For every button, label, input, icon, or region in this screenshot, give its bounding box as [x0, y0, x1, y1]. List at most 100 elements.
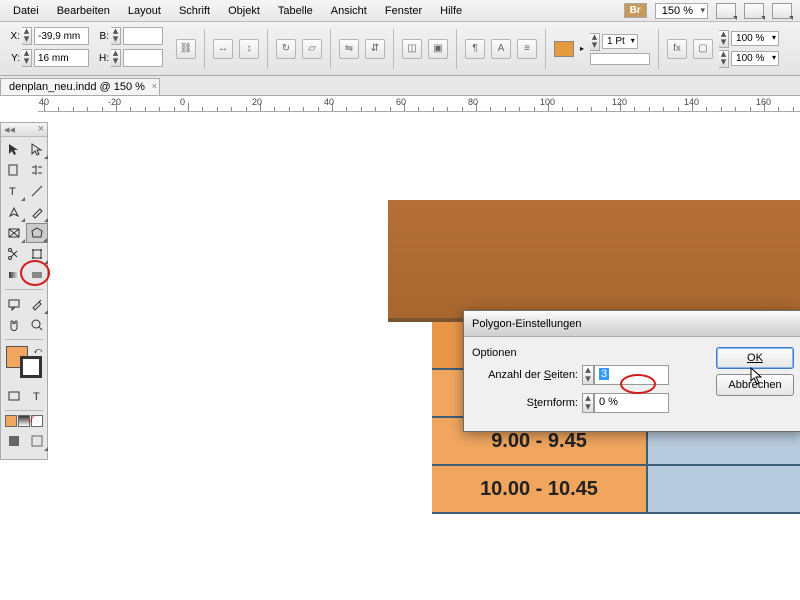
h-label: H: — [91, 53, 109, 64]
y-spinner[interactable]: ▴▾ — [22, 49, 32, 67]
flip-h-icon[interactable]: ⇋ — [339, 39, 359, 59]
direct-selection-tool-icon[interactable] — [26, 139, 48, 159]
page-tool-icon[interactable] — [3, 160, 25, 180]
fill-stroke-control[interactable]: ⤺ — [4, 344, 44, 380]
menu-right-controls: Br 150 % — [624, 3, 796, 19]
opacity2-spinner[interactable]: ▴▾ — [719, 50, 729, 68]
formatting-container-icon[interactable] — [3, 386, 25, 406]
effects-icon[interactable]: fx — [667, 39, 687, 59]
pen-tool-icon[interactable] — [3, 202, 25, 222]
zoom-level-combo[interactable]: 150 % — [655, 3, 708, 19]
scale-y-icon[interactable]: ↕ — [239, 39, 259, 59]
text-wrap-icon[interactable]: ≡ — [517, 39, 537, 59]
annotation-circle — [620, 374, 656, 394]
table-cell — [648, 466, 800, 512]
polygon-settings-dialog: Polygon-Einstellungen Optionen Anzahl de… — [463, 310, 800, 432]
select-container-icon[interactable]: ◫ — [402, 39, 422, 59]
rotate-icon[interactable]: ↻ — [276, 39, 296, 59]
opacity1-combo[interactable]: 100 % — [731, 31, 779, 46]
flip-v-icon[interactable]: ⇵ — [365, 39, 385, 59]
x-label: X: — [2, 31, 20, 42]
sides-label: Anzahl der Seiten: — [472, 369, 582, 381]
table-row: 10.00 - 10.45 — [432, 466, 800, 514]
note-tool-icon[interactable] — [3, 294, 25, 314]
scissors-tool-icon[interactable] — [3, 244, 25, 264]
character-icon[interactable]: A — [491, 39, 511, 59]
menu-datei[interactable]: Datei — [4, 2, 48, 20]
options-group-label: Optionen — [472, 347, 708, 359]
table-cell: 10.00 - 10.45 — [432, 466, 648, 512]
control-extras: ⛓ ↔ ↕ ↻ ▱ ⇋ ⇵ ◫ ▣ ¶ A ≡ ▸ ▴▾ 1 Pt fx ▢ — [170, 22, 800, 75]
opacity1-spinner[interactable]: ▴▾ — [719, 30, 729, 48]
b-spinner[interactable]: ▴▾ — [111, 27, 121, 45]
menu-layout[interactable]: Layout — [119, 2, 170, 20]
b-label: B: — [91, 31, 109, 42]
normal-view-icon[interactable] — [3, 431, 25, 451]
h-field[interactable] — [123, 49, 163, 67]
menu-fenster[interactable]: Fenster — [376, 2, 431, 20]
dialog-title-bar[interactable]: Polygon-Einstellungen — [464, 311, 800, 337]
star-field[interactable]: 0 % — [594, 393, 669, 413]
shear-icon[interactable]: ▱ — [302, 39, 322, 59]
x-field[interactable]: -39,9 mm — [34, 27, 89, 45]
menu-ansicht[interactable]: Ansicht — [322, 2, 376, 20]
star-spinner[interactable]: ▴▾ — [582, 393, 594, 413]
formatting-text-icon[interactable]: T — [26, 386, 48, 406]
line-tool-icon[interactable] — [26, 181, 48, 201]
doc-tab[interactable]: denplan_neu.indd @ 150 % × — [0, 78, 160, 95]
tool-panel-header[interactable]: ◂◂ × — [1, 123, 47, 137]
gap-tool-icon[interactable] — [26, 160, 48, 180]
menu-hilfe[interactable]: Hilfe — [431, 2, 471, 20]
cancel-button[interactable]: Abbrechen — [716, 374, 794, 396]
fill-swatch[interactable] — [554, 41, 574, 57]
apply-gradient-icon[interactable] — [18, 415, 30, 427]
doc-tab-bar: denplan_neu.indd @ 150 % × — [0, 76, 800, 96]
selection-tool-icon[interactable] — [3, 139, 25, 159]
h-spinner[interactable]: ▴▾ — [111, 49, 121, 67]
type-tool-icon[interactable]: T — [3, 181, 25, 201]
swap-fill-stroke-icon[interactable]: ⤺ — [33, 346, 42, 356]
horizontal-ruler[interactable]: -40-20020406080100120140160 — [38, 96, 800, 112]
menu-bearbeiten[interactable]: Bearbeiten — [48, 2, 119, 20]
pencil-tool-icon[interactable] — [26, 202, 48, 222]
hand-tool-icon[interactable] — [3, 315, 25, 335]
polygon-tool-icon[interactable] — [26, 223, 48, 243]
tool-panel: ◂◂ × T ⤺ T ⁄ — [0, 122, 48, 460]
close-tab-icon[interactable]: × — [152, 81, 157, 91]
svg-text:T: T — [9, 186, 16, 198]
control-bar: X: ▴▾ -39,9 mm B: ▴▾ Y: ▴▾ 16 mm H: ▴▾ ⛓… — [0, 22, 800, 76]
paragraph-icon[interactable]: ¶ — [465, 39, 485, 59]
menu-schrift[interactable]: Schrift — [170, 2, 219, 20]
apply-none-icon[interactable]: ⁄ — [31, 415, 43, 427]
sides-spinner[interactable]: ▴▾ — [582, 365, 594, 385]
stroke-weight-spinner[interactable]: ▴▾ — [590, 33, 600, 51]
menu-objekt[interactable]: Objekt — [219, 2, 269, 20]
eyedropper-tool-icon[interactable] — [26, 294, 48, 314]
fill-arrow-icon[interactable]: ▸ — [580, 44, 584, 53]
b-field[interactable] — [123, 27, 163, 45]
close-panel-icon[interactable]: × — [38, 123, 44, 136]
stroke-style-combo[interactable] — [590, 53, 650, 65]
arrange-docs-icon[interactable] — [772, 3, 792, 19]
stroke-weight-combo[interactable]: 1 Pt — [602, 34, 638, 49]
position-block: X: ▴▾ -39,9 mm B: ▴▾ Y: ▴▾ 16 mm H: ▴▾ — [0, 22, 170, 75]
constrain-icon[interactable]: ⛓ — [176, 39, 196, 59]
ok-button[interactable]: OK — [716, 347, 794, 369]
color-mode-swatches: ⁄ — [1, 413, 47, 429]
screen-mode-icon[interactable] — [744, 3, 764, 19]
preview-mode-icon[interactable] — [26, 431, 48, 451]
x-spinner[interactable]: ▴▾ — [22, 27, 32, 45]
select-content-icon[interactable]: ▣ — [428, 39, 448, 59]
bridge-button[interactable]: Br — [624, 3, 647, 18]
stroke-color-icon[interactable] — [20, 356, 42, 378]
rectangle-frame-tool-icon[interactable] — [3, 223, 25, 243]
view-options-icon[interactable] — [716, 3, 736, 19]
drop-shadow-icon[interactable]: ▢ — [693, 39, 713, 59]
collapse-icon[interactable]: ◂◂ — [4, 123, 15, 136]
zoom-tool-icon[interactable] — [26, 315, 48, 335]
apply-color-icon[interactable] — [5, 415, 17, 427]
scale-x-icon[interactable]: ↔ — [213, 39, 233, 59]
menu-tabelle[interactable]: Tabelle — [269, 2, 322, 20]
y-field[interactable]: 16 mm — [34, 49, 89, 67]
opacity2-combo[interactable]: 100 % — [731, 51, 779, 66]
